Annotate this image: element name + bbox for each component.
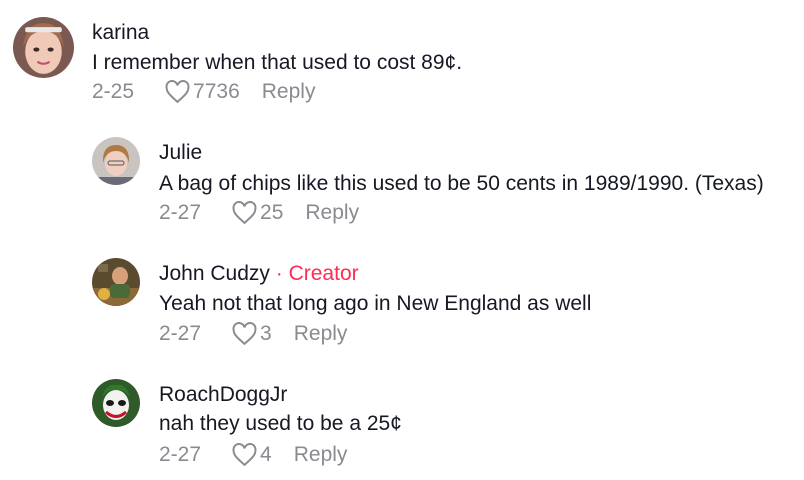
comment-date: 2-27 — [159, 201, 202, 224]
avatar[interactable] — [13, 17, 74, 78]
like-count: 7736 — [193, 80, 240, 103]
comment-date: 2-27 — [159, 322, 202, 345]
username[interactable]: John Cudzy — [159, 262, 270, 285]
comment-date: 2-27 — [159, 443, 202, 466]
comment-meta: 2-27 4 Reply — [159, 443, 347, 467]
like-button[interactable]: 4 — [231, 443, 272, 467]
reply-button[interactable]: Reply — [294, 443, 348, 467]
heart-icon — [232, 443, 257, 467]
comment-text: A bag of chips like this used to be 50 c… — [159, 172, 764, 195]
comment-text: I remember when that used to cost 89¢. — [92, 51, 463, 74]
reply-button[interactable]: Reply — [305, 201, 359, 225]
avatar-image — [13, 17, 74, 78]
avatar[interactable] — [92, 379, 140, 427]
heart-icon — [232, 322, 257, 346]
comment-text: Yeah not that long ago in New England as… — [159, 292, 592, 315]
avatar-image — [92, 137, 140, 185]
avatar[interactable] — [92, 258, 140, 306]
like-count: 4 — [260, 443, 272, 466]
like-count: 25 — [260, 201, 284, 224]
heart-icon — [232, 201, 257, 225]
avatar-image — [92, 379, 140, 427]
like-count: 3 — [260, 322, 272, 345]
like-button[interactable]: 25 — [231, 201, 283, 225]
username[interactable]: RoachDoggJr — [159, 383, 287, 407]
avatar-image — [92, 258, 140, 306]
reply-button[interactable]: Reply — [262, 80, 316, 104]
heart-icon — [165, 80, 190, 104]
comment-date: 2-25 — [92, 80, 135, 103]
username-line: John Cudzy · Creator — [159, 262, 359, 286]
username[interactable]: karina — [92, 21, 149, 45]
avatar[interactable] — [92, 137, 140, 185]
creator-badge: Creator — [288, 262, 359, 285]
reply-button[interactable]: Reply — [294, 322, 348, 346]
comment-meta: 2-27 25 Reply — [159, 201, 359, 225]
creator-separator: · — [275, 262, 283, 285]
username[interactable]: Julie — [159, 141, 202, 165]
comment-meta: 2-25 7736 Reply — [92, 80, 315, 104]
like-button[interactable]: 3 — [231, 322, 272, 346]
comment-text: nah they used to be a 25¢ — [159, 412, 402, 435]
comment-meta: 2-27 3 Reply — [159, 322, 347, 346]
like-button[interactable]: 7736 — [164, 80, 240, 104]
